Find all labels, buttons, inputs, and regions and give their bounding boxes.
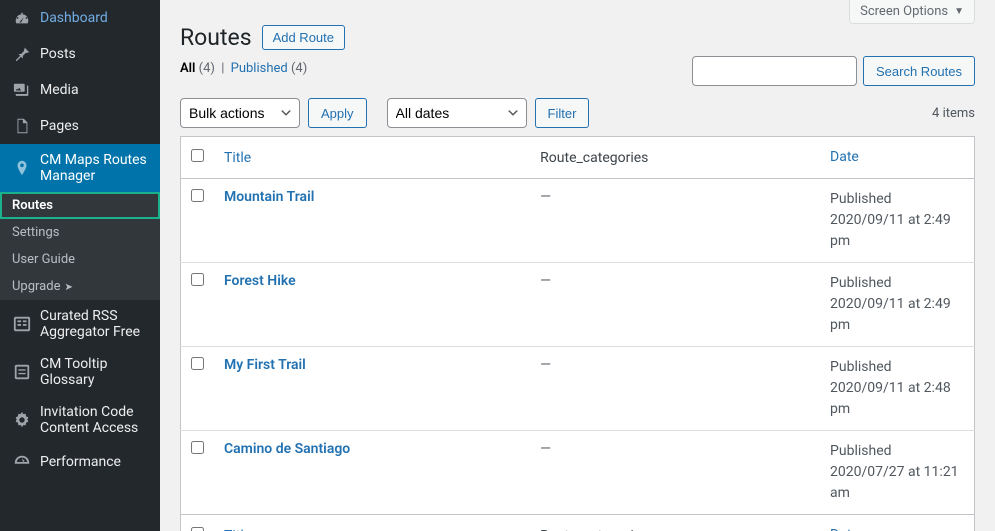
row-checkbox[interactable] (191, 189, 204, 202)
nav-media[interactable]: Media (0, 72, 160, 108)
nav-label: Dashboard (40, 10, 108, 26)
search-routes-button[interactable]: Search Routes (863, 56, 975, 86)
route-title-link[interactable]: Forest Hike (224, 273, 296, 289)
route-title-link[interactable]: My First Trail (224, 357, 306, 373)
routes-table: Title Route_categories Date Mountain Tra… (180, 136, 975, 531)
column-header-title[interactable]: Title (224, 150, 251, 166)
nav-label: Performance (40, 454, 121, 470)
route-category: — (530, 179, 820, 263)
filter-button[interactable]: Filter (535, 98, 590, 128)
nav-label: Invitation Code Content Access (40, 404, 148, 436)
bulk-actions-select[interactable]: Bulk actions (180, 98, 300, 128)
nav-posts[interactable]: Posts (0, 36, 160, 72)
select-all-checkbox[interactable] (191, 149, 204, 162)
nav-label: CM Maps Routes Manager (40, 152, 148, 184)
nav-label: Posts (40, 46, 76, 62)
route-category: — (530, 431, 820, 515)
column-footer-title[interactable]: Title (224, 528, 251, 531)
items-count-top: 4 items (932, 106, 975, 121)
nav-label: Media (40, 82, 79, 98)
subnav-upgrade[interactable]: Upgrade (0, 273, 160, 300)
screen-options-label: Screen Options (860, 4, 948, 19)
filter-published-count: (4) (291, 61, 307, 76)
gauge-icon (12, 452, 32, 472)
route-date: Published2020/09/11 at 2:49 pm (820, 263, 974, 347)
pin-icon (12, 44, 32, 64)
media-icon (12, 80, 32, 100)
filter-all-count: (4) (199, 61, 215, 76)
column-header-categories[interactable]: Route_categories (540, 150, 648, 166)
table-row: Camino de Santiago — Published2020/07/27… (181, 431, 975, 515)
column-header-date[interactable]: Date (830, 149, 859, 165)
column-footer-date[interactable]: Date (830, 527, 859, 531)
nav-performance[interactable]: Performance (0, 444, 160, 480)
nav-curated-rss[interactable]: Curated RSS Aggregator Free (0, 300, 160, 348)
filter-separator: | (218, 61, 227, 76)
page-title: Routes (180, 24, 252, 51)
select-all-checkbox-bottom[interactable] (191, 527, 204, 531)
route-date: Published2020/07/27 at 11:21 am (820, 431, 974, 515)
route-title-link[interactable]: Camino de Santiago (224, 441, 350, 457)
admin-sidebar: Dashboard Posts Media Pages CM Maps Rout… (0, 0, 160, 531)
nav-pages[interactable]: Pages (0, 108, 160, 144)
row-checkbox[interactable] (191, 273, 204, 286)
nav-invitation-code[interactable]: Invitation Code Content Access (0, 396, 160, 444)
subnav-settings[interactable]: Settings (0, 219, 160, 246)
route-title-link[interactable]: Mountain Trail (224, 189, 314, 205)
nav-label: Curated RSS Aggregator Free (40, 308, 148, 340)
date-filter-select[interactable]: All dates (387, 98, 527, 128)
dashboard-icon (12, 8, 32, 28)
nav-label: CM Tooltip Glossary (40, 356, 148, 388)
route-date: Published2020/09/11 at 2:48 pm (820, 347, 974, 431)
main-content: Screen Options ▼ Routes Add Route All (4… (160, 0, 995, 531)
route-category: — (530, 347, 820, 431)
screen-options-toggle[interactable]: Screen Options ▼ (849, 0, 975, 24)
subnav-routes[interactable]: Routes (0, 192, 160, 219)
add-route-button[interactable]: Add Route (262, 25, 345, 50)
caret-down-icon: ▼ (954, 6, 964, 17)
pages-icon (12, 116, 32, 136)
gear-icon (12, 410, 32, 430)
table-row: Forest Hike — Published2020/09/11 at 2:4… (181, 263, 975, 347)
subnav-user-guide[interactable]: User Guide (0, 246, 160, 273)
row-checkbox[interactable] (191, 357, 204, 370)
glossary-icon (12, 362, 32, 382)
filter-published-link[interactable]: Published (231, 61, 288, 76)
nav-cm-tooltip[interactable]: CM Tooltip Glossary (0, 348, 160, 396)
map-pin-icon (12, 158, 32, 178)
apply-bulk-button[interactable]: Apply (308, 98, 367, 128)
nav-cm-maps[interactable]: CM Maps Routes Manager (0, 144, 160, 192)
column-footer-categories[interactable]: Route_categories (540, 528, 648, 531)
nav-dashboard[interactable]: Dashboard (0, 0, 160, 36)
sub-menu: Routes Settings User Guide Upgrade (0, 192, 160, 300)
rss-icon (12, 314, 32, 334)
route-date: Published2020/09/11 at 2:49 pm (820, 179, 974, 263)
table-row: Mountain Trail — Published2020/09/11 at … (181, 179, 975, 263)
nav-label: Pages (40, 118, 79, 134)
filter-all-link[interactable]: All (180, 61, 195, 76)
route-category: — (530, 263, 820, 347)
search-input[interactable] (692, 56, 857, 86)
row-checkbox[interactable] (191, 441, 204, 454)
table-row: My First Trail — Published2020/09/11 at … (181, 347, 975, 431)
